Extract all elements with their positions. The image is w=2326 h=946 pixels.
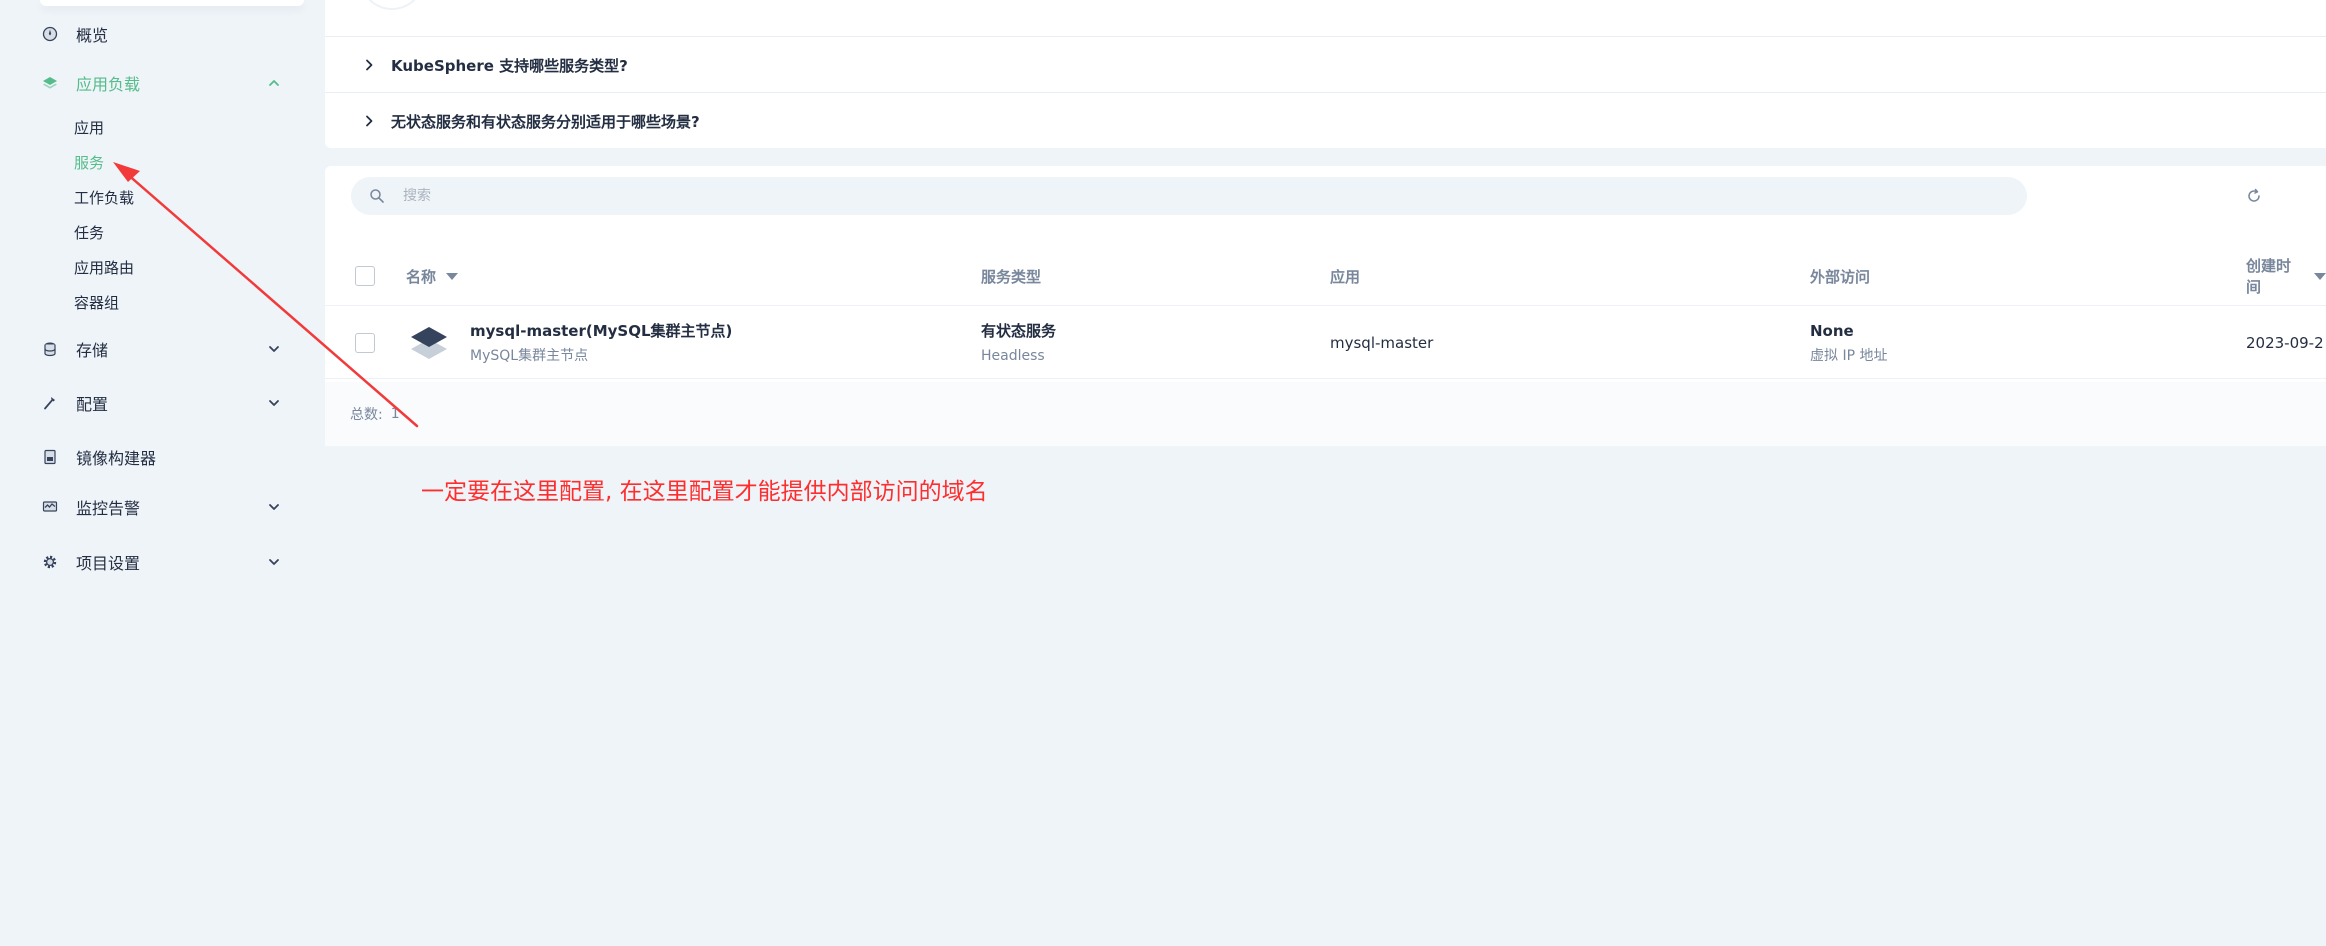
column-header-label: 创建时间 bbox=[2246, 257, 2292, 296]
banner-icon-edge bbox=[360, 0, 424, 10]
search-bar[interactable] bbox=[351, 177, 2027, 215]
external-access-cell: None 虚拟 IP 地址 bbox=[1810, 307, 1887, 379]
chevron-right-icon bbox=[357, 109, 381, 133]
sidebar-subitem-services[interactable]: 服务 bbox=[74, 149, 104, 175]
list-toolbar bbox=[325, 166, 2326, 228]
hammer-icon bbox=[40, 393, 60, 413]
row-checkbox[interactable] bbox=[355, 333, 375, 353]
monitor-icon bbox=[40, 497, 60, 517]
sidebar-top-card-edge bbox=[40, 0, 304, 6]
external-access-detail: 虚拟 IP 地址 bbox=[1810, 347, 1888, 364]
table-header: 名称 服务类型 应用 外部访问 创建时间 bbox=[325, 246, 2326, 306]
created-at-value: 2023-09-2 bbox=[2246, 334, 2324, 352]
chevron-down-icon[interactable] bbox=[264, 339, 284, 359]
refresh-icon bbox=[2246, 188, 2262, 204]
sidebar-item-label: 镜像构建器 bbox=[76, 449, 157, 468]
faq-question: 无状态服务和有状态服务分别适用于哪些场景? bbox=[391, 112, 700, 131]
search-icon bbox=[369, 188, 385, 204]
refresh-button[interactable] bbox=[2242, 184, 2266, 208]
chevron-down-icon[interactable] bbox=[264, 393, 284, 413]
dashboard-icon bbox=[40, 24, 60, 44]
column-header-label: 外部访问 bbox=[1810, 267, 1871, 286]
sort-caret-icon[interactable] bbox=[446, 272, 459, 280]
column-header-external-access: 外部访问 bbox=[1810, 246, 1870, 306]
column-header-label: 应用 bbox=[1330, 267, 1361, 286]
gear-icon bbox=[40, 552, 60, 572]
chevron-down-icon[interactable] bbox=[264, 552, 284, 572]
service-list-panel: 名称 服务类型 应用 外部访问 创建时间 mysql-master(MySQL集… bbox=[325, 166, 2326, 446]
column-header-name[interactable]: 名称 bbox=[406, 246, 459, 306]
column-header-app: 应用 bbox=[1330, 246, 1360, 306]
service-type-cell: 有状态服务 Headless bbox=[981, 307, 1056, 379]
select-all-cell bbox=[355, 246, 375, 306]
chevron-up-icon[interactable] bbox=[264, 73, 284, 93]
image-builder-icon bbox=[40, 447, 60, 467]
service-name-cell: mysql-master(MySQL集群主节点) MySQL集群主节点 bbox=[470, 307, 732, 379]
sidebar-subitem-label: 容器组 bbox=[74, 293, 120, 312]
table-footer: 总数: 1 bbox=[325, 382, 2326, 446]
sidebar-item-workloads[interactable]: 应用负载 bbox=[40, 66, 290, 100]
external-access-value: None bbox=[1810, 321, 1854, 340]
sidebar-subitem-workloads[interactable]: 工作负载 bbox=[74, 184, 134, 210]
total-label: 总数: bbox=[350, 407, 383, 423]
sidebar-subitem-label: 任务 bbox=[74, 223, 105, 242]
layers-icon bbox=[40, 73, 60, 93]
database-icon bbox=[40, 339, 60, 359]
service-icon-cell bbox=[409, 307, 449, 379]
select-all-checkbox[interactable] bbox=[355, 266, 375, 286]
service-subtype: Headless bbox=[981, 347, 1045, 364]
sidebar-item-label: 存储 bbox=[76, 341, 109, 360]
app-cell: mysql-master bbox=[1330, 307, 1433, 379]
app-name: mysql-master bbox=[1330, 334, 1434, 352]
sidebar-item-storage[interactable]: 存储 bbox=[40, 332, 290, 366]
table-row[interactable]: mysql-master(MySQL集群主节点) MySQL集群主节点 有状态服… bbox=[325, 307, 2326, 379]
sidebar-subitem-label: 应用路由 bbox=[74, 258, 135, 277]
row-select-cell bbox=[355, 307, 375, 379]
created-at-cell: 2023-09-2 bbox=[2246, 307, 2324, 379]
sidebar: 概览 应用负载 应用 服务 工作负载 任务 应用路由 容器组 存储 配置 镜像构… bbox=[0, 0, 304, 946]
faq-item[interactable]: KubeSphere 支持哪些服务类型? bbox=[325, 37, 2326, 93]
service-description: MySQL集群主节点 bbox=[470, 347, 589, 364]
faq-panel: KubeSphere 支持哪些服务类型? 无状态服务和有状态服务分别适用于哪些场… bbox=[325, 0, 2326, 148]
column-header-label: 名称 bbox=[406, 267, 437, 286]
total-count: 1 bbox=[390, 406, 400, 422]
faq-question: KubeSphere 支持哪些服务类型? bbox=[391, 56, 628, 75]
service-icon bbox=[410, 323, 448, 363]
sidebar-item-overview[interactable]: 概览 bbox=[40, 17, 290, 51]
sidebar-subitem-jobs[interactable]: 任务 bbox=[74, 219, 104, 245]
annotation-text: 一定要在这里配置, 在这里配置才能提供内部访问的域名 bbox=[421, 479, 988, 505]
sidebar-subitem-label: 工作负载 bbox=[74, 188, 135, 207]
sidebar-subitem-label: 应用 bbox=[74, 118, 105, 137]
sidebar-subitem-ingress[interactable]: 应用路由 bbox=[74, 254, 134, 280]
sidebar-subitem-pods[interactable]: 容器组 bbox=[74, 289, 119, 315]
sidebar-item-label: 项目设置 bbox=[76, 554, 141, 573]
sidebar-item-label: 概览 bbox=[76, 26, 109, 45]
column-header-service-type: 服务类型 bbox=[981, 246, 1041, 306]
chevron-down-icon[interactable] bbox=[264, 497, 284, 517]
sidebar-item-configuration[interactable]: 配置 bbox=[40, 386, 290, 420]
search-input[interactable] bbox=[401, 187, 1901, 205]
sidebar-item-project-settings[interactable]: 项目设置 bbox=[40, 545, 290, 579]
sidebar-item-label: 配置 bbox=[76, 395, 109, 414]
sidebar-subitem-label: 服务 bbox=[74, 153, 105, 172]
faq-item[interactable]: 无状态服务和有状态服务分别适用于哪些场景? bbox=[325, 93, 2326, 149]
sidebar-item-label: 监控告警 bbox=[76, 499, 141, 518]
chevron-right-icon bbox=[357, 53, 381, 77]
sort-caret-icon[interactable] bbox=[2314, 272, 2326, 280]
service-type: 有状态服务 bbox=[981, 321, 1057, 340]
sidebar-subitem-apps[interactable]: 应用 bbox=[74, 114, 104, 140]
sidebar-item-label: 应用负载 bbox=[76, 75, 141, 94]
sidebar-item-image-builder[interactable]: 镜像构建器 bbox=[40, 440, 290, 474]
column-header-label: 服务类型 bbox=[981, 267, 1042, 286]
sidebar-item-monitoring[interactable]: 监控告警 bbox=[40, 490, 290, 524]
service-name-link[interactable]: mysql-master(MySQL集群主节点) bbox=[470, 320, 732, 342]
column-header-created-at[interactable]: 创建时间 bbox=[2246, 246, 2326, 306]
